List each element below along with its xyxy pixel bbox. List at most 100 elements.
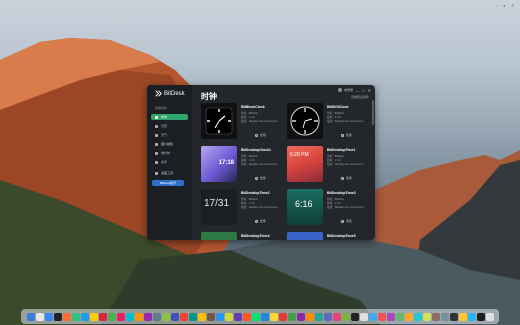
use-button[interactable]: 使用 bbox=[260, 219, 266, 223]
use-button[interactable]: 使用 bbox=[346, 176, 352, 180]
app-name: BitDesk bbox=[164, 90, 185, 97]
dock-app-icon[interactable] bbox=[404, 312, 413, 321]
search-icon[interactable]: ⌕ bbox=[503, 3, 505, 8]
dock-app-icon[interactable] bbox=[62, 312, 71, 321]
gear-icon[interactable] bbox=[341, 133, 344, 137]
dock-app-icon[interactable] bbox=[125, 312, 134, 321]
user-status[interactable]: 未登录 bbox=[337, 88, 353, 92]
widget-description: 描述：Displays the current time. bbox=[327, 163, 365, 166]
sidebar-item-weather[interactable]: 天气 bbox=[151, 132, 188, 138]
dock-app-icon[interactable] bbox=[377, 312, 386, 321]
dock-app-icon[interactable] bbox=[53, 312, 62, 321]
dock-app-icon[interactable] bbox=[386, 312, 395, 321]
dock-app-icon[interactable] bbox=[242, 312, 251, 321]
widget-card[interactable]: 17:18 BitDesktopClock1 作者：BitDesk 版本：1.0… bbox=[201, 146, 286, 186]
use-button[interactable]: 使用 bbox=[260, 133, 266, 137]
dock-app-icon[interactable] bbox=[170, 312, 179, 321]
more-widgets-link[interactable]: 查看更多组件 bbox=[351, 95, 369, 99]
widget-title: BitDesktopTime5 bbox=[327, 234, 356, 238]
dock-app-icon[interactable] bbox=[269, 312, 278, 321]
widget-card[interactable]: 6:16 BitDesktopTime3 作者：BitDesk 版本：1.0.0… bbox=[287, 189, 372, 229]
widget-title: BitBlockClock bbox=[241, 105, 265, 109]
widget-time: 17:18 bbox=[218, 160, 234, 166]
control-center-icon[interactable]: ≡ bbox=[512, 3, 514, 8]
assistant-button[interactable]: BitDesk助手 bbox=[152, 180, 184, 186]
dock-app-icon[interactable] bbox=[287, 312, 296, 321]
sidebar-item-countdown[interactable]: 倒计时 bbox=[151, 150, 188, 156]
use-button[interactable]: 使用 bbox=[260, 176, 266, 180]
minimize-button[interactable]: — bbox=[355, 88, 359, 93]
dock-app-icon[interactable] bbox=[395, 312, 404, 321]
widget-time: 5:28 PM bbox=[290, 152, 309, 158]
dock-app-icon[interactable] bbox=[413, 312, 422, 321]
dock-app-icon[interactable] bbox=[143, 312, 152, 321]
gear-icon[interactable] bbox=[341, 176, 344, 180]
dock-app-icon[interactable] bbox=[278, 312, 287, 321]
dock-app-icon[interactable] bbox=[26, 312, 35, 321]
dock-app-icon[interactable] bbox=[260, 312, 269, 321]
dock-app-icon[interactable] bbox=[341, 312, 350, 321]
dock-app-icon[interactable] bbox=[116, 312, 125, 321]
dock-app-icon[interactable] bbox=[458, 312, 467, 321]
dock-app-icon[interactable] bbox=[323, 312, 332, 321]
gear-icon[interactable] bbox=[255, 133, 258, 137]
use-button[interactable]: 使用 bbox=[346, 219, 352, 223]
sidebar-item-desktop-tools[interactable]: 桌面工具 bbox=[151, 170, 188, 176]
dock-app-icon[interactable] bbox=[179, 312, 188, 321]
dock-app-icon[interactable] bbox=[224, 312, 233, 321]
dock-app-icon[interactable] bbox=[368, 312, 377, 321]
dock-app-icon[interactable] bbox=[161, 312, 170, 321]
sidebar-item-text[interactable]: 文字 bbox=[151, 159, 188, 165]
widget-card[interactable]: 17/31 BitDesktopTime2 作者：BitDesk 版本：1.0.… bbox=[201, 189, 286, 229]
widget-description: 描述：Displays the current time. bbox=[241, 163, 279, 166]
widget-card[interactable]: BitBlockClock 作者：BitDesk 版本：1.0.0 描述：Dis… bbox=[201, 103, 286, 143]
widget-title: BitDesktopClock1 bbox=[241, 148, 271, 152]
sidebar-item-calendar[interactable]: 日历 bbox=[151, 123, 188, 129]
dock-app-icon[interactable] bbox=[206, 312, 215, 321]
widget-card[interactable]: BitDIGIClock 作者：BitDesk 版本：1.0.0 描述：Disp… bbox=[287, 103, 372, 143]
maximize-button[interactable]: □ bbox=[362, 88, 364, 93]
widget-card[interactable]: BitDesktopTime4 bbox=[201, 232, 286, 240]
cloud-icon bbox=[155, 133, 158, 137]
dock-app-icon[interactable] bbox=[188, 312, 197, 321]
gear-icon[interactable] bbox=[255, 176, 258, 180]
scrollbar[interactable] bbox=[372, 100, 374, 125]
dock-app-icon[interactable] bbox=[440, 312, 449, 321]
close-button[interactable]: ✕ bbox=[368, 88, 371, 93]
dock-app-icon[interactable] bbox=[314, 312, 323, 321]
dock-app-icon[interactable] bbox=[215, 312, 224, 321]
dock-app-icon[interactable] bbox=[467, 312, 476, 321]
dock-app-icon[interactable] bbox=[80, 312, 89, 321]
dock-app-icon[interactable] bbox=[98, 312, 107, 321]
dock-app-icon[interactable] bbox=[134, 312, 143, 321]
sidebar-item-photo-frame[interactable]: 图片相框 bbox=[151, 141, 188, 147]
dock-app-icon[interactable] bbox=[431, 312, 440, 321]
dock-app-icon[interactable] bbox=[296, 312, 305, 321]
dock-app-icon[interactable] bbox=[44, 312, 53, 321]
dock-app-icon[interactable] bbox=[107, 312, 116, 321]
dock-app-icon[interactable] bbox=[485, 312, 494, 321]
dock-app-icon[interactable] bbox=[350, 312, 359, 321]
dock-app-icon[interactable] bbox=[35, 312, 44, 321]
dock-app-icon[interactable] bbox=[422, 312, 431, 321]
widget-card[interactable]: 5:28 PM BitDesktopTime1 作者：BitDesk 版本：1.… bbox=[287, 146, 372, 186]
widget-card[interactable]: BitDesktopTime5 bbox=[287, 232, 372, 240]
dock-app-icon[interactable] bbox=[197, 312, 206, 321]
dock-app-icon[interactable] bbox=[359, 312, 368, 321]
use-button[interactable]: 使用 bbox=[346, 133, 352, 137]
dock-app-icon[interactable] bbox=[449, 312, 458, 321]
dock-app-icon[interactable] bbox=[233, 312, 242, 321]
widget-preview bbox=[287, 103, 323, 139]
dock-app-icon[interactable] bbox=[71, 312, 80, 321]
dock-app-icon[interactable] bbox=[476, 312, 485, 321]
dock-app-icon[interactable] bbox=[305, 312, 314, 321]
wifi-icon[interactable]: ◦ bbox=[496, 3, 497, 8]
widget-title: BitDesktopTime4 bbox=[241, 234, 270, 238]
dock-app-icon[interactable] bbox=[251, 312, 260, 321]
dock-app-icon[interactable] bbox=[152, 312, 161, 321]
gear-icon[interactable] bbox=[255, 219, 258, 223]
dock-app-icon[interactable] bbox=[332, 312, 341, 321]
sidebar-item-clock[interactable]: 时钟 bbox=[151, 114, 188, 120]
gear-icon[interactable] bbox=[341, 219, 344, 223]
dock-app-icon[interactable] bbox=[89, 312, 98, 321]
